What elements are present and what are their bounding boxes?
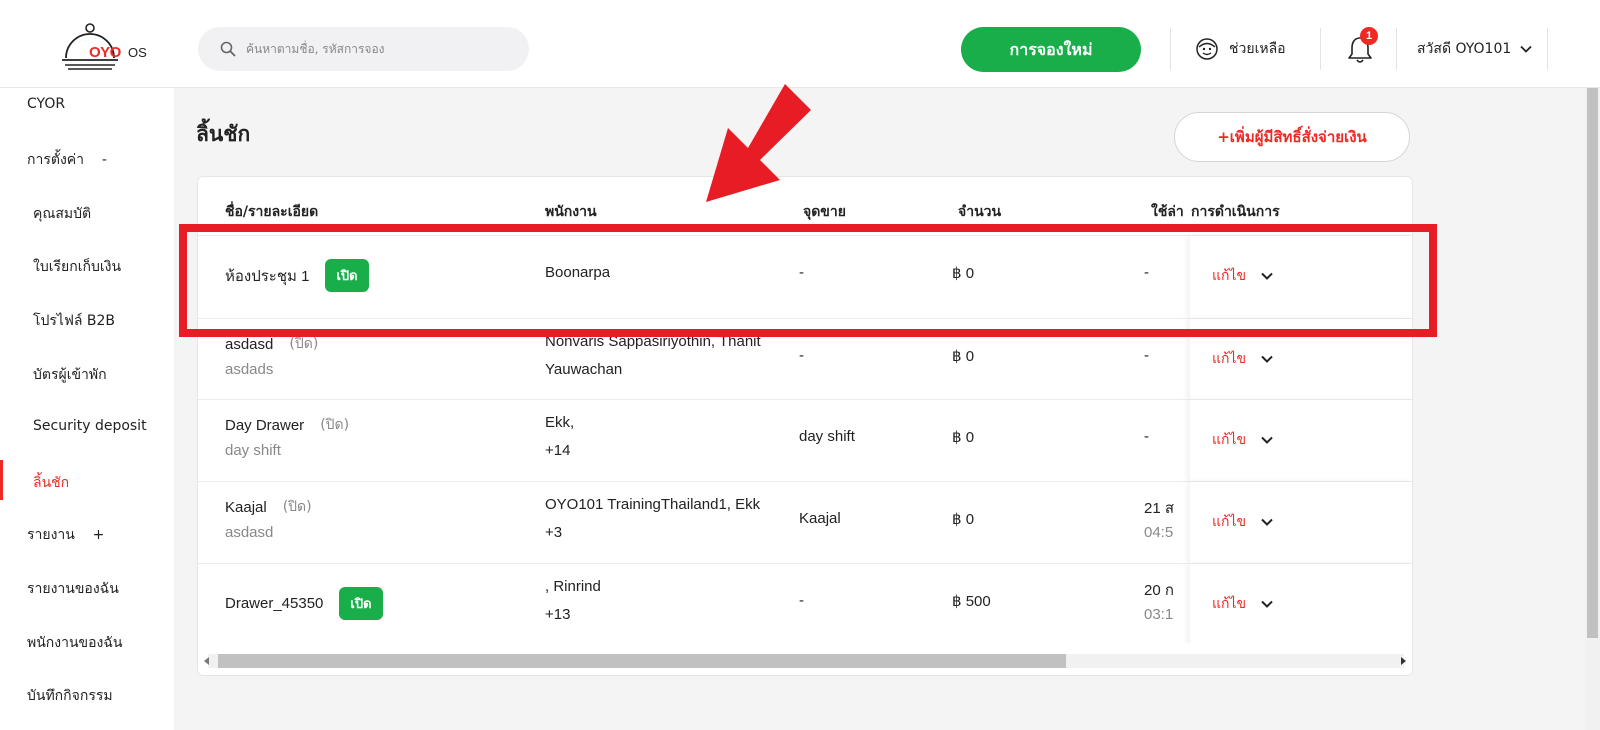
- staff-cell-more: +3: [545, 524, 563, 541]
- edit-label: แก้ไข: [1212, 351, 1247, 367]
- sidebar-item-label: การตั้งค่า -: [27, 152, 107, 168]
- drawer-name-cell: Kaajal (ปิด): [225, 496, 312, 518]
- pointer-arrow-icon: [706, 84, 811, 202]
- header-divider: [1320, 28, 1321, 70]
- sidebar-item-label: ลิ้นชัก: [33, 475, 70, 491]
- last-used-cell: 20 ก: [1144, 582, 1174, 599]
- drawer-name-cell: Drawer_45350 เปิด: [225, 587, 383, 620]
- sidebar-item-label: Security deposit: [33, 418, 147, 434]
- scroll-right-arrow-icon[interactable]: [1401, 657, 1406, 665]
- smiley-icon: [1196, 38, 1218, 60]
- header-divider: [1547, 28, 1548, 70]
- table-row[interactable]: Kaajal (ปิด) asdasd OYO101 TrainingThaila…: [198, 481, 1412, 564]
- status-badge: (ปิด): [320, 417, 350, 433]
- amount-cell: ฿ 0: [952, 348, 975, 365]
- drawer-detail: day shift: [225, 442, 281, 459]
- horizontal-scrollbar[interactable]: [198, 643, 1412, 675]
- chevron-down-icon[interactable]: [1260, 597, 1274, 611]
- pos-cell: day shift: [799, 428, 855, 445]
- help-button[interactable]: ช่วยเหลือ: [1195, 36, 1286, 62]
- amount-cell: ฿ 0: [952, 511, 975, 528]
- column-header-last-used[interactable]: ใช้ล่า: [1151, 201, 1184, 223]
- search-box[interactable]: [198, 27, 529, 71]
- column-header-actions: การดำเนินการ: [1191, 204, 1280, 220]
- top-header: OYO OS การจองใหม่ ช่วยเหลือ 1 สวัสดี OYO…: [0, 0, 1600, 88]
- amount-cell: ฿ 500: [952, 593, 991, 610]
- drawer-name: Drawer_45350: [225, 595, 324, 612]
- drawer-name: Kaajal: [225, 498, 267, 516]
- edit-button[interactable]: แก้ไข: [1212, 593, 1274, 615]
- chevron-down-icon: [1520, 45, 1532, 53]
- status-badge: เปิด: [339, 587, 383, 620]
- last-used-cell: -: [1144, 347, 1149, 364]
- sidebar: CYOR การตั้งค่า - คุณสมบัติ ใบเรียกเก็บเ…: [0, 88, 174, 730]
- chevron-down-icon[interactable]: [1260, 515, 1274, 529]
- user-greeting: สวัสดี OYO101: [1417, 41, 1512, 57]
- sidebar-item-label: CYOR: [27, 96, 66, 112]
- staff-cell-more: Yauwachan: [545, 361, 623, 378]
- search-input[interactable]: [246, 27, 516, 71]
- logo-suffix: OS: [128, 45, 147, 60]
- pos-cell: -: [799, 592, 804, 609]
- staff-cell: , Rinrind: [545, 578, 601, 595]
- edit-label: แก้ไข: [1212, 514, 1247, 530]
- vertical-scrollbar[interactable]: [1585, 88, 1600, 730]
- staff-cell: Ekk,: [545, 414, 575, 431]
- last-used-time: 03:1: [1144, 606, 1174, 623]
- drawer-name: asdasd: [225, 335, 274, 353]
- scrollbar-thumb[interactable]: [218, 654, 1066, 668]
- table-row[interactable]: Day Drawer (ปิด) day shift Ekk, +14 day shi…: [198, 399, 1412, 482]
- staff-cell-more: +14: [545, 442, 571, 459]
- sidebar-item-label: ใบเรียกเก็บเงิน: [33, 259, 122, 275]
- sidebar-item-label: รายงาน +: [27, 527, 105, 543]
- edit-button[interactable]: แก้ไข: [1212, 429, 1274, 451]
- pos-cell: -: [799, 347, 804, 364]
- sidebar-item-label: บัตรผู้เข้าพัก: [33, 367, 107, 383]
- page-title: ลิ้นชัก: [196, 122, 251, 146]
- column-header-name[interactable]: ชื่อ/รายละเอียด: [225, 201, 318, 223]
- drawer-name-cell: Day Drawer (ปิด): [225, 414, 349, 436]
- amount-cell: ฿ 0: [952, 429, 975, 446]
- column-header-amount[interactable]: จำนวน: [958, 201, 1001, 223]
- header-divider: [1170, 28, 1171, 70]
- sidebar-item-label: โปรไฟล์ B2B: [33, 313, 116, 329]
- user-menu[interactable]: สวัสดี OYO101: [1417, 38, 1533, 60]
- notification-badge: 1: [1360, 27, 1378, 45]
- drawer-name: Day Drawer: [225, 416, 305, 434]
- sidebar-item-label: พนักงานของฉัน: [27, 635, 123, 651]
- column-header-staff[interactable]: พนักงาน: [545, 201, 597, 223]
- staff-cell-more: +13: [545, 606, 571, 623]
- edit-button[interactable]: แก้ไข: [1212, 348, 1274, 370]
- header-divider: [1396, 28, 1397, 70]
- chevron-down-icon[interactable]: [1260, 352, 1274, 366]
- help-label: ช่วยเหลือ: [1229, 41, 1286, 57]
- status-badge: (ปิด): [282, 499, 312, 515]
- pos-cell: Kaajal: [799, 510, 841, 527]
- sidebar-item-label: รายงานของฉัน: [27, 581, 119, 597]
- sidebar-item-label: บันทึกกิจกรรม: [27, 688, 113, 704]
- search-icon: [220, 41, 236, 57]
- drawer-detail: asdasd: [225, 524, 274, 541]
- scroll-left-arrow-icon[interactable]: [204, 657, 209, 665]
- sidebar-item-label: คุณสมบัติ: [33, 206, 92, 222]
- table-row[interactable]: Drawer_45350 เปิด , Rinrind +13 - ฿ 500 20 ก…: [198, 563, 1412, 646]
- last-used-cell: 21 ส: [1144, 500, 1175, 517]
- edit-label: แก้ไข: [1212, 596, 1247, 612]
- chevron-down-icon[interactable]: [1260, 433, 1274, 447]
- add-authorized-payer-button[interactable]: +เพิ่มผู้มีสิทธิ์สั่งจ่ายเงิน: [1174, 112, 1410, 162]
- last-used-cell: -: [1144, 428, 1149, 445]
- scrollbar-thumb[interactable]: [1587, 88, 1598, 638]
- edit-label: แก้ไข: [1212, 432, 1247, 448]
- new-booking-button[interactable]: การจองใหม่: [961, 27, 1141, 72]
- edit-button[interactable]: แก้ไข: [1212, 511, 1274, 533]
- last-used-time: 04:5: [1144, 524, 1174, 541]
- staff-cell: OYO101 TrainingThailand1, Ekk: [545, 496, 761, 513]
- drawer-detail: asdads: [225, 361, 274, 378]
- logo-text: OYO: [89, 44, 121, 61]
- highlight-box: [179, 224, 1437, 337]
